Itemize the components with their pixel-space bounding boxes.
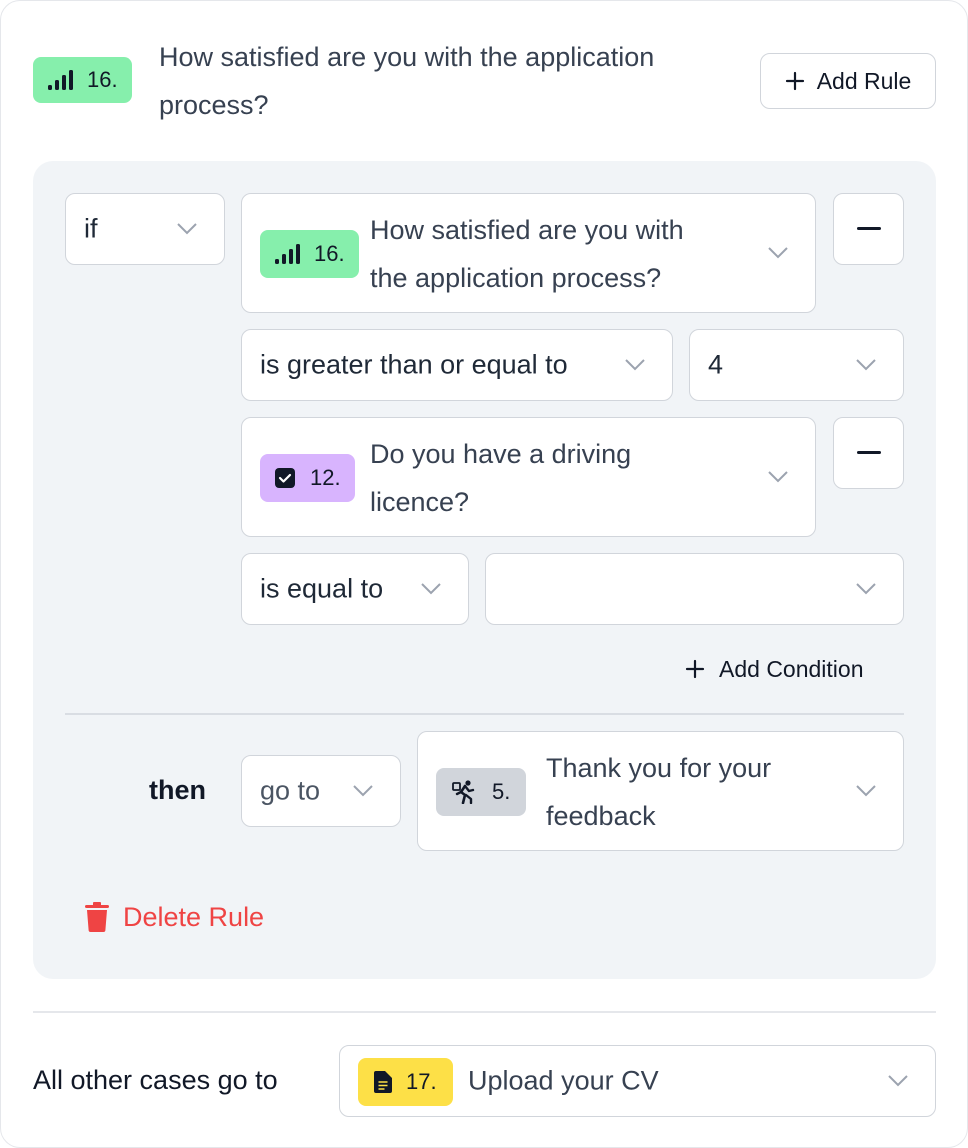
fallback-target-badge: 17. <box>358 1058 453 1106</box>
document-icon <box>374 1071 392 1093</box>
rule-divider <box>65 713 904 715</box>
plus-icon <box>685 659 705 679</box>
delete-rule-button[interactable]: Delete Rule <box>85 897 264 937</box>
plus-icon <box>785 71 804 91</box>
target-question-badge: 5. <box>436 768 527 816</box>
condition-operator-select[interactable]: is equal to <box>241 553 469 625</box>
chevron-down-icon <box>856 359 876 371</box>
chevron-down-icon <box>768 471 788 483</box>
target-question-text: Thank you for your feedback <box>546 753 772 831</box>
chevron-down-icon <box>856 785 876 797</box>
question-title: How satisfied are you with the applicati… <box>159 42 655 120</box>
condition-question-text: Do you have a driving licence? <box>370 439 632 517</box>
condition-question-select[interactable]: 16. How satisfied are you with the appli… <box>241 193 816 313</box>
minus-icon <box>856 227 881 230</box>
minus-icon <box>856 451 881 454</box>
target-question-select[interactable]: 5. Thank you for your feedback <box>417 731 904 851</box>
condition-value-select[interactable]: 4 <box>689 329 904 401</box>
logic-select[interactable]: if <box>65 193 225 265</box>
checkbox-icon <box>275 468 295 488</box>
condition-question-badge: 12. <box>260 454 355 502</box>
logic-card: 16. How satisfied are you with the appli… <box>0 0 968 1148</box>
condition-question-badge: 16. <box>260 230 359 278</box>
chevron-down-icon <box>625 359 645 371</box>
remove-condition-button[interactable] <box>833 417 904 489</box>
chevron-down-icon <box>421 583 441 595</box>
chevron-down-icon <box>353 785 373 797</box>
signal-bars-icon <box>275 244 300 264</box>
trash-icon <box>85 902 109 932</box>
chevron-down-icon <box>888 1075 908 1087</box>
chevron-down-icon <box>856 583 876 595</box>
condition-operator-select[interactable]: is greater than or equal to <box>241 329 673 401</box>
chevron-down-icon <box>768 247 788 259</box>
fallback-label: All other cases go to <box>33 1065 278 1095</box>
section-divider <box>33 1011 936 1013</box>
question-badge-number: 16. <box>87 67 118 92</box>
add-rule-button[interactable]: Add Rule <box>760 53 936 109</box>
condition-question-select[interactable]: 12. Do you have a driving licence? <box>241 417 816 537</box>
fallback-target-select[interactable]: 17. Upload your CV <box>339 1045 936 1117</box>
condition-value-select[interactable] <box>485 553 904 625</box>
remove-condition-button[interactable] <box>833 193 904 265</box>
add-rule-label: Add Rule <box>816 67 912 94</box>
signal-bars-icon <box>48 70 73 90</box>
add-condition-button[interactable]: Add Condition <box>685 649 864 689</box>
condition-question-text: How satisfied are you with the applicati… <box>370 215 684 293</box>
action-select[interactable]: go to <box>241 755 401 827</box>
fallback-target-text: Upload your CV <box>468 1065 659 1096</box>
running-person-icon <box>452 780 475 804</box>
chevron-down-icon <box>177 223 197 235</box>
logic-select-value: if <box>84 213 98 244</box>
question-badge: 16. <box>33 57 132 103</box>
then-label: then <box>149 775 206 805</box>
